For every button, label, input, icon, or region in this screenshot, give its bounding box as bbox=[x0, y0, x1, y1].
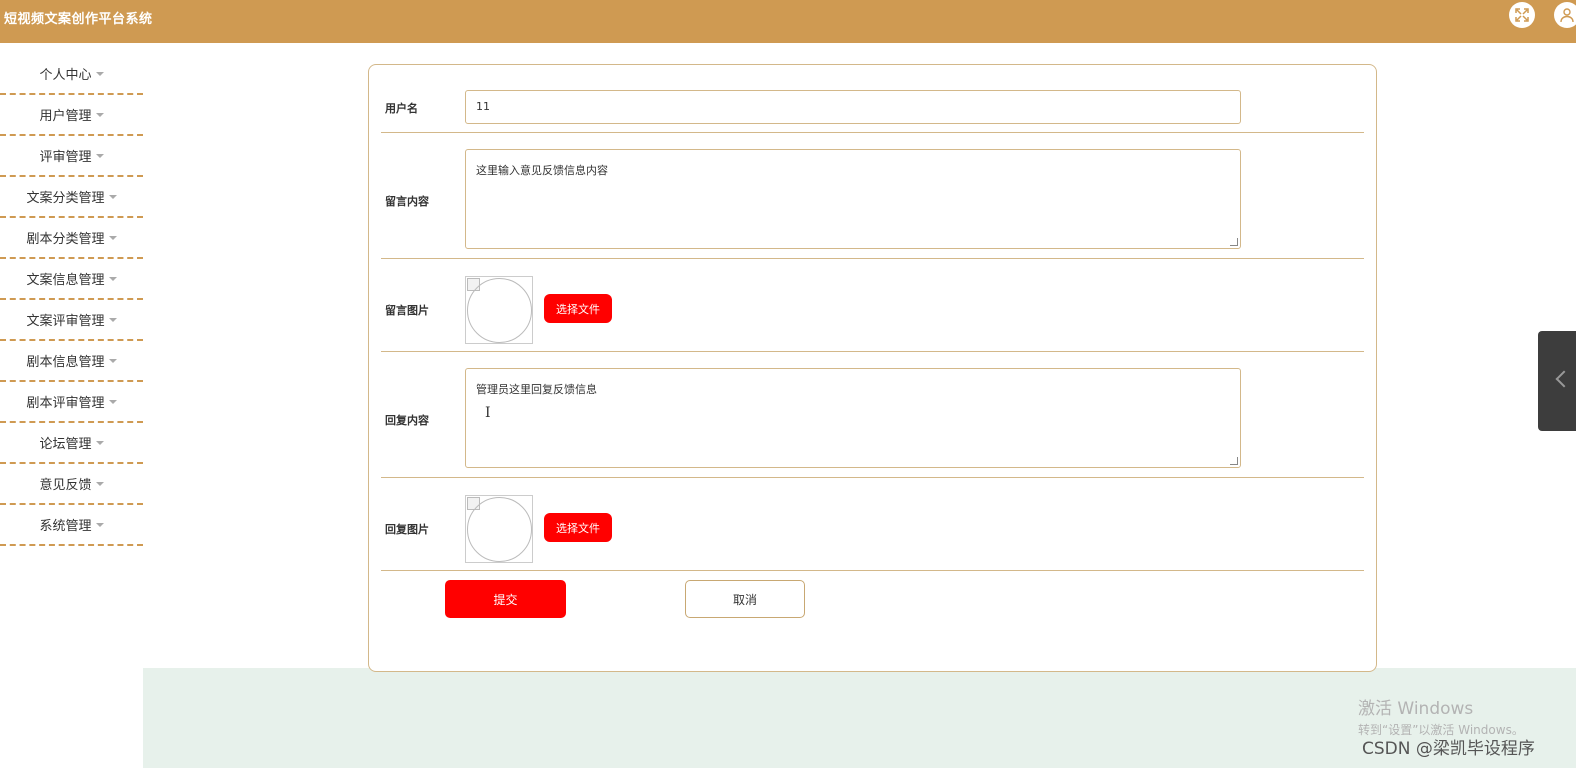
sidebar-item-label: 个人中心 bbox=[39, 68, 92, 83]
sidebar-item-personal-center[interactable]: 个人中心 bbox=[0, 54, 143, 95]
sidebar-item-label: 评审管理 bbox=[39, 150, 92, 165]
message-image-label: 留言图片 bbox=[385, 304, 429, 317]
sidebar-item-label: 文案分类管理 bbox=[26, 191, 105, 206]
text-cursor-icon: I bbox=[485, 405, 491, 421]
message-image-choose-button[interactable]: 选择文件 bbox=[544, 294, 612, 323]
reply-text: 管理员这里回复反馈信息 bbox=[476, 383, 597, 396]
sidebar-item-label: 意见反馈 bbox=[39, 478, 92, 493]
fullscreen-icon bbox=[1515, 8, 1529, 22]
caret-down-icon bbox=[108, 358, 117, 363]
reply-image-choose-button[interactable]: 选择文件 bbox=[544, 513, 612, 542]
caret-down-icon bbox=[95, 153, 104, 158]
feedback-form: 用户名 11 留言内容 这里输入意见反馈信息内容 留言图片 选择文件 回复内容 … bbox=[368, 64, 1377, 672]
csdn-credit: CSDN @梁凯毕设程序 bbox=[1362, 739, 1535, 759]
sidebar-item-copy-category[interactable]: 文案分类管理 bbox=[0, 177, 143, 218]
form-row-username: 用户名 11 bbox=[381, 65, 1364, 133]
user-icon bbox=[1560, 8, 1574, 23]
sidebar-item-label: 文案信息管理 bbox=[26, 273, 105, 288]
caret-down-icon bbox=[108, 235, 117, 240]
chevron-left-icon bbox=[1555, 370, 1573, 388]
message-textarea[interactable]: 这里输入意见反馈信息内容 bbox=[465, 149, 1241, 249]
caret-down-icon bbox=[95, 440, 104, 445]
windows-activation-watermark: 激活 Windows 转到“设置”以激活 Windows。 bbox=[1358, 694, 1524, 738]
sidebar-item-label: 文案评审管理 bbox=[26, 314, 105, 329]
sidebar-item-label: 剧本分类管理 bbox=[26, 232, 105, 247]
sidebar-item-copy-review[interactable]: 文案评审管理 bbox=[0, 300, 143, 341]
message-image-preview bbox=[465, 276, 533, 344]
image-placeholder-circle bbox=[467, 278, 532, 343]
sidebar-item-script-info[interactable]: 剧本信息管理 bbox=[0, 341, 143, 382]
fullscreen-button[interactable] bbox=[1509, 2, 1535, 28]
sidebar-item-script-category[interactable]: 剧本分类管理 bbox=[0, 218, 143, 259]
reply-textarea[interactable]: 管理员这里回复反馈信息 bbox=[465, 368, 1241, 468]
sidebar-item-label: 剧本信息管理 bbox=[26, 355, 105, 370]
form-row-message-image: 留言图片 选择文件 bbox=[381, 259, 1364, 352]
caret-down-icon bbox=[95, 71, 104, 76]
sidebar-item-system[interactable]: 系统管理 bbox=[0, 505, 143, 546]
caret-down-icon bbox=[108, 317, 117, 322]
caret-down-icon bbox=[108, 276, 117, 281]
user-button[interactable] bbox=[1554, 2, 1576, 28]
sidebar-item-label: 论坛管理 bbox=[39, 437, 92, 452]
form-row-reply-image: 回复图片 选择文件 bbox=[381, 478, 1364, 571]
form-row-message: 留言内容 这里输入意见反馈信息内容 bbox=[381, 133, 1364, 259]
caret-down-icon bbox=[108, 399, 117, 404]
username-label: 用户名 bbox=[385, 102, 418, 115]
sidebar-item-copy-info[interactable]: 文案信息管理 bbox=[0, 259, 143, 300]
reply-label: 回复内容 bbox=[385, 414, 429, 427]
resize-grip-icon[interactable] bbox=[1230, 238, 1238, 246]
caret-down-icon bbox=[95, 522, 104, 527]
reply-image-preview bbox=[465, 495, 533, 563]
reply-image-label: 回复图片 bbox=[385, 523, 429, 536]
sidebar-item-label: 用户管理 bbox=[39, 109, 92, 124]
app-title: 短视频文案创作平台系统 bbox=[4, 12, 153, 27]
caret-down-icon bbox=[95, 481, 104, 486]
drawer-toggle-button[interactable] bbox=[1538, 331, 1576, 431]
caret-down-icon bbox=[108, 194, 117, 199]
sidebar-item-script-review[interactable]: 剧本评审管理 bbox=[0, 382, 143, 423]
form-row-reply: 回复内容 管理员这里回复反馈信息 bbox=[381, 352, 1364, 478]
caret-down-icon bbox=[95, 112, 104, 117]
resize-grip-icon[interactable] bbox=[1230, 457, 1238, 465]
sidebar-item-forum[interactable]: 论坛管理 bbox=[0, 423, 143, 464]
message-text: 这里输入意见反馈信息内容 bbox=[476, 164, 608, 177]
sidebar-item-feedback[interactable]: 意见反馈 bbox=[0, 464, 143, 505]
cancel-button[interactable]: 取消 bbox=[685, 580, 805, 618]
sidebar-item-user-management[interactable]: 用户管理 bbox=[0, 95, 143, 136]
submit-button[interactable]: 提交 bbox=[445, 580, 566, 618]
sidebar-item-label: 剧本评审管理 bbox=[26, 396, 105, 411]
top-header: 短视频文案创作平台系统 bbox=[0, 0, 1576, 43]
sidebar-menu: 个人中心 用户管理 评审管理 文案分类管理 剧本分类管理 文案信息管理 文案评审… bbox=[0, 54, 143, 546]
username-input[interactable]: 11 bbox=[465, 90, 1241, 124]
sidebar-item-review-management[interactable]: 评审管理 bbox=[0, 136, 143, 177]
message-label: 留言内容 bbox=[385, 195, 429, 208]
watermark-line-1: 激活 Windows bbox=[1358, 699, 1474, 719]
image-placeholder-circle bbox=[467, 497, 532, 562]
sidebar-item-label: 系统管理 bbox=[39, 519, 92, 534]
